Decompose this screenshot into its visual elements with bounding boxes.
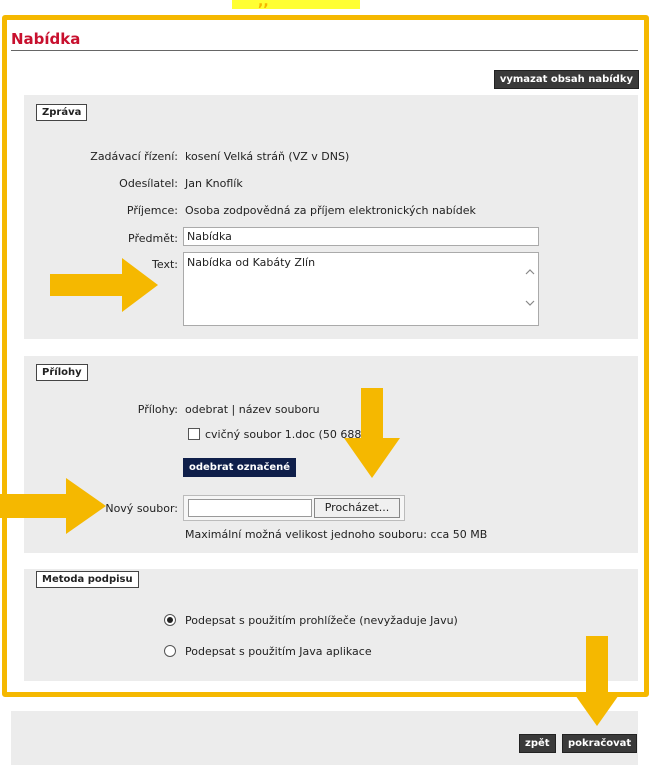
signature-legend: Metoda podpisu bbox=[36, 571, 139, 588]
page-title: Nabídka bbox=[11, 30, 81, 48]
file-path-input[interactable] bbox=[188, 499, 312, 517]
subject-input[interactable]: Nabídka bbox=[183, 227, 539, 246]
highlight-arrow-newfile bbox=[0, 478, 106, 534]
recipient-label: Příjemce: bbox=[126, 204, 178, 217]
attachments-legend: Přílohy bbox=[36, 364, 88, 381]
highlight-arrow-browse bbox=[344, 388, 400, 478]
subject-label: Předmět: bbox=[128, 232, 178, 245]
highlight-cap bbox=[232, 0, 360, 9]
clear-offer-button[interactable]: vymazat obsah nabídky bbox=[493, 70, 639, 89]
text-area[interactable]: Nabídka od Kabáty Zlín bbox=[183, 252, 539, 326]
subject-input-value: Nabídka bbox=[187, 230, 232, 243]
top-quote: ,, bbox=[258, 0, 269, 10]
highlight-arrow-continue bbox=[573, 636, 621, 726]
browse-button[interactable]: Procházet... bbox=[314, 498, 400, 518]
recipient-value: Osoba zodpovědná za příjem elektronickýc… bbox=[185, 204, 476, 217]
radio-java-label: Podepsat s použitím Java aplikace bbox=[185, 645, 372, 658]
text-area-value: Nabídka od Kabáty Zlín bbox=[187, 256, 316, 269]
file-item-name: cvičný soubor 1.doc (50 688 bbox=[205, 428, 362, 441]
max-size-note: Maximální možná velikost jednoho souboru… bbox=[185, 528, 488, 541]
procedure-label: Zadávací řízení: bbox=[90, 150, 178, 163]
remove-selected-button[interactable]: odebrat označené bbox=[183, 458, 297, 477]
attachments-label: Přílohy: bbox=[137, 403, 178, 416]
scroll-arrows-icon bbox=[525, 269, 535, 306]
radio-browser-label: Podepsat s použitím prohlížeče (nevyžadu… bbox=[185, 614, 458, 627]
file-checkbox[interactable] bbox=[188, 428, 200, 440]
title-divider bbox=[11, 50, 638, 51]
back-button[interactable]: zpět bbox=[519, 734, 556, 753]
attachments-header: odebrat | název souboru bbox=[185, 403, 320, 416]
radio-java-sign[interactable] bbox=[164, 645, 176, 657]
message-legend: Zpráva bbox=[36, 104, 88, 121]
sender-value: Jan Knoflík bbox=[185, 177, 243, 190]
continue-button[interactable]: pokračovat bbox=[562, 734, 638, 753]
attachments-panel bbox=[24, 356, 638, 553]
sender-label: Odesílatel: bbox=[119, 177, 178, 190]
procedure-value: kosení Velká stráň (VZ v DNS) bbox=[185, 150, 350, 163]
radio-browser-sign[interactable] bbox=[164, 614, 176, 626]
text-scrollbar[interactable] bbox=[522, 253, 538, 325]
file-picker: Procházet... bbox=[183, 495, 405, 521]
highlight-arrow-text bbox=[50, 258, 158, 312]
